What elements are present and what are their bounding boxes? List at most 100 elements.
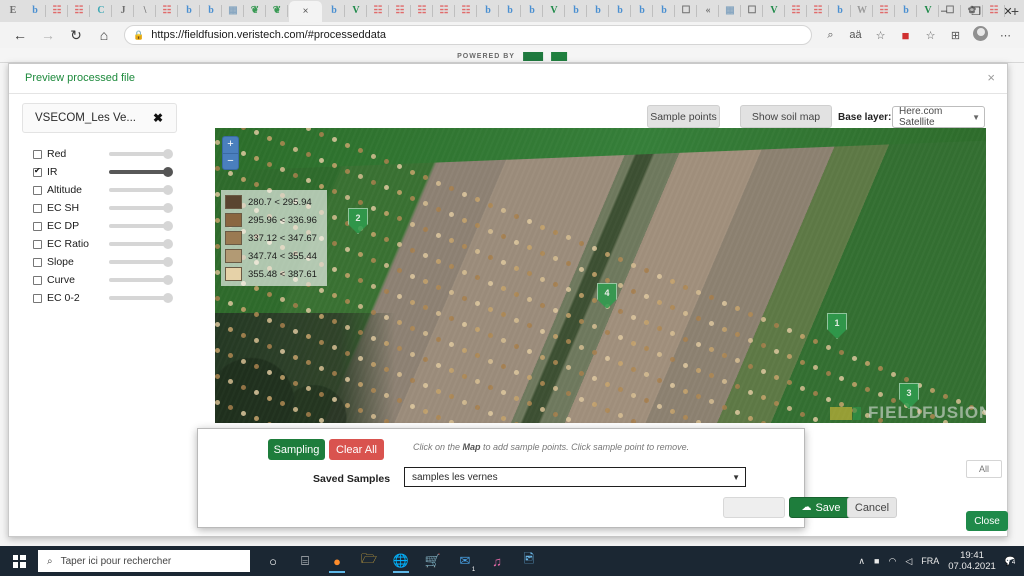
clock[interactable]: 19:41 07.04.2021 (948, 550, 996, 572)
language-indicator[interactable]: FRA (921, 556, 939, 566)
home-icon[interactable]: ⌂ (90, 24, 118, 46)
map-sample-marker[interactable]: 2 (348, 208, 368, 234)
map-canvas[interactable]: + − 280.7 < 295.94295.96 < 336.96337.12 … (215, 128, 986, 423)
channel-opacity-slider[interactable] (109, 185, 171, 195)
profile-avatar[interactable] (968, 26, 993, 44)
channel-opacity-slider[interactable] (109, 221, 171, 231)
active-tab[interactable]: × (289, 1, 322, 22)
browser-tab[interactable]: ☐ (675, 1, 697, 21)
channel-checkbox-altitude[interactable] (33, 186, 42, 195)
channel-opacity-slider[interactable] (109, 167, 171, 177)
browser-tab[interactable]: J (112, 1, 134, 21)
map-sample-marker[interactable]: 4 (597, 283, 617, 309)
browser-tab[interactable]: b (200, 1, 222, 21)
browser-tab[interactable]: ☷ (156, 1, 178, 21)
unlabeled-button[interactable] (723, 497, 785, 518)
browser-tab[interactable]: C (90, 1, 112, 21)
browser-tab[interactable]: ☷ (807, 1, 829, 21)
browser-tab[interactable]: b (24, 1, 46, 21)
channel-checkbox-red[interactable] (33, 150, 42, 159)
browser-tab[interactable]: ▦ (719, 1, 741, 21)
battery-icon[interactable]: ■ (874, 556, 879, 566)
browser-tab[interactable]: ☷ (367, 1, 389, 21)
browser-tab[interactable]: b (477, 1, 499, 21)
base-layer-select[interactable]: Here.com Satellite ▼ (892, 106, 985, 128)
clear-all-button[interactable]: Clear All (329, 439, 384, 460)
channel-opacity-slider[interactable] (109, 203, 171, 213)
browser-tab[interactable]: ▦ (222, 1, 244, 21)
channel-checkbox-slope[interactable] (33, 258, 42, 267)
reload-icon[interactable]: ↻ (62, 24, 90, 46)
channel-opacity-slider[interactable] (109, 149, 171, 159)
layer-selector[interactable]: VSECOM_Les Ve... ✖ (22, 103, 177, 133)
behind-panel-button[interactable]: All (966, 460, 1002, 478)
browser-tab[interactable]: b (895, 1, 917, 21)
channel-opacity-slider[interactable] (109, 239, 171, 249)
browser-tab[interactable]: ☷ (389, 1, 411, 21)
channel-checkbox-ir[interactable] (33, 168, 42, 177)
close-window-button[interactable]: ✕ (992, 5, 1024, 18)
browser-tab[interactable]: ☷ (873, 1, 895, 21)
minimize-button[interactable]: – (928, 5, 960, 17)
task-view-icon[interactable]: ⌸ (294, 549, 316, 573)
browser-tab[interactable]: ❦ (244, 1, 266, 21)
collections-icon[interactable]: ☆ (918, 29, 943, 42)
channel-checkbox-ec-0-2[interactable] (33, 294, 42, 303)
browser-tab[interactable]: ☷ (433, 1, 455, 21)
map-sample-marker[interactable]: 1 (827, 313, 847, 339)
sample-points-button[interactable]: Sample points (647, 105, 720, 128)
browser-tab[interactable]: b (178, 1, 200, 21)
zoom-out-button[interactable]: − (223, 154, 238, 170)
browser-tab[interactable]: ☷ (785, 1, 807, 21)
channel-checkbox-curve[interactable] (33, 276, 42, 285)
read-aloud-icon[interactable]: ⌕ (818, 29, 843, 42)
browser-tab[interactable]: « (697, 1, 719, 21)
favorite-icon[interactable]: ☆ (868, 29, 893, 42)
volume-icon[interactable]: ◁ (905, 556, 912, 567)
modal-close-icon[interactable]: × (987, 70, 995, 85)
channel-checkbox-ec-dp[interactable] (33, 222, 42, 231)
browser-tab[interactable]: b (521, 1, 543, 21)
browser-tab[interactable]: b (499, 1, 521, 21)
microsoft-store-icon[interactable]: 🛒 (422, 549, 444, 573)
channel-opacity-slider[interactable] (109, 275, 171, 285)
browser-tab[interactable]: V (763, 1, 785, 21)
file-explorer-icon[interactable]: 🗁 (358, 549, 380, 573)
show-soil-map-button[interactable]: Show soil map (740, 105, 832, 128)
browser-tab[interactable]: b (565, 1, 587, 21)
taskbar-search-input[interactable]: ⌕ Taper ici pour rechercher (38, 550, 250, 572)
saved-samples-select[interactable]: samples les vernes ▼ (404, 467, 746, 487)
browser-tab[interactable]: V (543, 1, 565, 21)
forward-icon[interactable]: → (34, 24, 62, 46)
cancel-button[interactable]: Cancel (847, 497, 897, 518)
channel-opacity-slider[interactable] (109, 293, 171, 303)
browser-tab[interactable]: ❦ (266, 1, 288, 21)
settings-more-icon[interactable]: ⋯ (993, 29, 1018, 42)
remove-layer-icon[interactable]: ✖ (153, 111, 163, 125)
browser-tab[interactable]: ☷ (68, 1, 90, 21)
tray-expand-icon[interactable]: ∧ (858, 556, 865, 567)
translate-icon[interactable]: aä (843, 29, 868, 41)
itunes-icon[interactable]: ♫ (486, 549, 508, 573)
firefox-icon[interactable]: ● (326, 549, 348, 573)
modal-close-button[interactable]: Close (966, 511, 1008, 531)
channel-checkbox-ec-sh[interactable] (33, 204, 42, 213)
channel-opacity-slider[interactable] (109, 257, 171, 267)
browser-tab[interactable]: ☐ (741, 1, 763, 21)
close-tab-icon[interactable]: × (303, 6, 309, 17)
browser-tab[interactable]: b (609, 1, 631, 21)
action-center-icon[interactable]: 💬 4 (1005, 556, 1016, 567)
wifi-icon[interactable]: ◠ (888, 556, 896, 567)
browser-tab[interactable]: ☷ (46, 1, 68, 21)
cortana-icon[interactable]: ○ (262, 549, 284, 573)
extension-icon[interactable]: ■ (893, 28, 918, 43)
mail-icon[interactable]: ✉ 1 (454, 549, 476, 573)
browser-tab[interactable]: E (2, 1, 24, 21)
browser-tab[interactable]: V (345, 1, 367, 21)
sampling-button[interactable]: Sampling (268, 439, 325, 460)
edge-icon[interactable]: 🌐 (390, 549, 412, 573)
address-bar[interactable]: 🔒 https://fieldfusion.veristech.com/#pro… (124, 25, 812, 45)
photos-icon[interactable]: 🖻 (518, 549, 540, 573)
maximize-button[interactable]: ❐ (960, 5, 992, 18)
browser-tab[interactable]: ☷ (455, 1, 477, 21)
